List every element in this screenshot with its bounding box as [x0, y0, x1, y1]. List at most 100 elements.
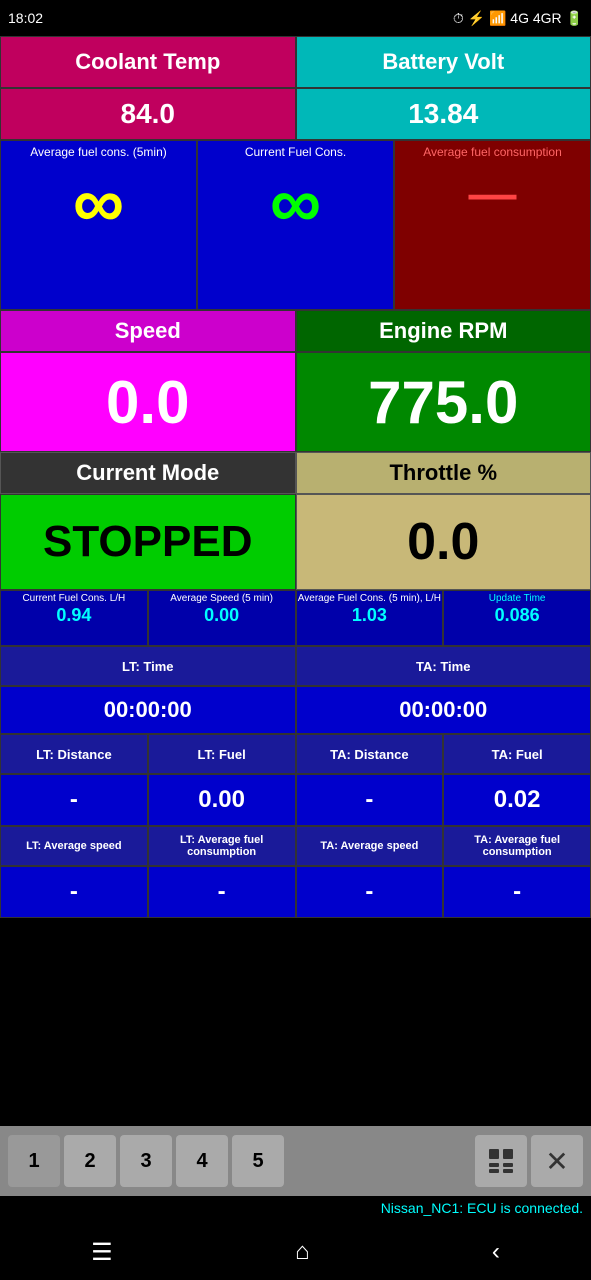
mode-throttle-values-row: STOPPED 0.0: [0, 494, 591, 590]
current-fuel-cons-cell: Current Fuel Cons. ∞: [197, 140, 394, 310]
status-icons: ⏱ ⚡ 📶 4G 4GR 🔋: [453, 10, 583, 27]
ta-avg-speed-value-cell: -: [296, 866, 444, 918]
time-headers-row: LT: Time TA: Time: [0, 646, 591, 686]
coolant-temp-header: Coolant Temp: [0, 36, 296, 88]
ta-fuel-label: TA: Fuel: [492, 747, 543, 762]
ta-avg-fuel-label: TA: Average fuel consumption: [446, 834, 588, 858]
current-fuel-cons-label: Current Fuel Cons.: [245, 145, 346, 159]
sensor-headers-row: Coolant Temp Battery Volt: [0, 36, 591, 88]
back-icon[interactable]: ‹: [492, 1238, 500, 1266]
avg-fuel-cons-5min-label: Average Fuel Cons. (5 min), L/H: [298, 593, 441, 605]
battery-volt-header: Battery Volt: [296, 36, 591, 88]
lt-avg-fuel-label: LT: Average fuel consumption: [151, 834, 293, 858]
lt-time-value: 00:00:00: [104, 697, 192, 723]
layout-icon-button[interactable]: [475, 1135, 527, 1187]
home-icon[interactable]: ⌂: [295, 1238, 310, 1266]
lt-avg-speed-value: -: [70, 878, 78, 906]
coolant-temp-value: 84.0: [121, 98, 176, 130]
avg-speed-labels-row: LT: Average speed LT: Average fuel consu…: [0, 826, 591, 866]
lt-avg-fuel-header: LT: Average fuel consumption: [148, 826, 296, 866]
tab-1-button[interactable]: 1: [8, 1135, 60, 1187]
status-message-text: Nissan_NC1: ECU is connected.: [381, 1200, 583, 1216]
avg-speed-5min-cell: Average Speed (5 min) 0.00: [148, 590, 296, 646]
ta-time-header: TA: Time: [296, 646, 591, 686]
ta-avg-fuel-value: -: [513, 878, 521, 906]
coolant-temp-value-cell: 84.0: [0, 88, 296, 140]
lt-avg-fuel-value-cell: -: [148, 866, 296, 918]
current-mode-value: STOPPED: [43, 517, 252, 567]
android-nav-bar: ☰ ⌂ ‹: [0, 1224, 591, 1280]
lt-avg-speed-header: LT: Average speed: [0, 826, 148, 866]
ta-time-value: 00:00:00: [399, 697, 487, 723]
avg-fuel-right-cell: Average fuel consumption —: [394, 140, 591, 310]
speed-value-cell: 0.0: [0, 352, 296, 452]
avg-speed-values-row: - - - -: [0, 866, 591, 918]
ta-avg-speed-label: TA: Average speed: [320, 840, 418, 852]
lt-avg-speed-label: LT: Average speed: [26, 840, 122, 852]
close-button[interactable]: ✕: [531, 1135, 583, 1187]
avg-speed-5min-value: 0.00: [204, 605, 239, 626]
current-fuel-cons-lh-cell: Current Fuel Cons. L/H 0.94: [0, 590, 148, 646]
avg-fuel-right-label: Average fuel consumption: [423, 145, 562, 159]
current-fuel-cons-symbol: ∞: [270, 167, 321, 239]
ta-distance-value-cell: -: [296, 774, 444, 826]
dist-fuel-values-row: - 0.00 - 0.02: [0, 774, 591, 826]
avg-fuel-right-symbol: —: [469, 167, 517, 222]
throttle-label: Throttle %: [389, 460, 497, 486]
dist-fuel-headers-row: LT: Distance LT: Fuel TA: Distance TA: F…: [0, 734, 591, 774]
ta-fuel-value-cell: 0.02: [443, 774, 591, 826]
lt-distance-header: LT: Distance: [0, 734, 148, 774]
battery-volt-label: Battery Volt: [382, 49, 504, 75]
rpm-header: Engine RPM: [296, 310, 591, 352]
avg-speed-5min-label: Average Speed (5 min): [170, 593, 273, 605]
avg-fuel-cons-label: Average fuel cons. (5min): [30, 145, 167, 159]
tab-2-button[interactable]: 2: [64, 1135, 116, 1187]
throttle-value-cell: 0.0: [296, 494, 591, 590]
tab-4-button[interactable]: 4: [176, 1135, 228, 1187]
rpm-value-cell: 775.0: [296, 352, 591, 452]
lt-time-header: LT: Time: [0, 646, 296, 686]
menu-icon[interactable]: ☰: [91, 1238, 113, 1267]
ta-time-label: TA: Time: [416, 659, 470, 674]
update-time-cell: Update Time 0.086: [443, 590, 591, 646]
throttle-value: 0.0: [407, 512, 479, 572]
ta-avg-speed-header: TA: Average speed: [296, 826, 444, 866]
lt-fuel-label: LT: Fuel: [198, 747, 246, 762]
update-time-value: 0.086: [495, 605, 540, 626]
status-bar: 18:02 ⏱ ⚡ 📶 4G 4GR 🔋: [0, 0, 591, 36]
speed-rpm-values-row: 0.0 775.0: [0, 352, 591, 452]
tab-3-button[interactable]: 3: [120, 1135, 172, 1187]
ta-avg-fuel-value-cell: -: [443, 866, 591, 918]
battery-volt-value: 13.84: [408, 98, 478, 130]
lt-avg-fuel-value: -: [218, 878, 226, 906]
ta-time-value-cell: 00:00:00: [296, 686, 591, 734]
lt-fuel-value: 0.00: [198, 786, 245, 814]
layout-icon: [487, 1147, 515, 1175]
main-content: Coolant Temp Battery Volt 84.0 13.84 Ave…: [0, 36, 591, 1126]
sensor-values-row: 84.0 13.84: [0, 88, 591, 140]
lt-fuel-header: LT: Fuel: [148, 734, 296, 774]
current-fuel-cons-lh-value: 0.94: [56, 605, 91, 626]
current-mode-header: Current Mode: [0, 452, 296, 494]
ta-fuel-header: TA: Fuel: [443, 734, 591, 774]
tab-5-button[interactable]: 5: [232, 1135, 284, 1187]
fuel-cons-row: Average fuel cons. (5min) ∞ Current Fuel…: [0, 140, 591, 310]
lt-time-value-cell: 00:00:00: [0, 686, 296, 734]
ta-fuel-value: 0.02: [494, 786, 541, 814]
coolant-temp-label: Coolant Temp: [75, 49, 220, 75]
mode-throttle-headers-row: Current Mode Throttle %: [0, 452, 591, 494]
current-mode-label: Current Mode: [76, 460, 219, 486]
avg-fuel-cons-5min-value: 1.03: [352, 605, 387, 626]
battery-volt-value-cell: 13.84: [296, 88, 591, 140]
throttle-header: Throttle %: [296, 452, 591, 494]
lt-distance-value-cell: -: [0, 774, 148, 826]
status-message: Nissan_NC1: ECU is connected.: [0, 1196, 591, 1224]
avg-fuel-cons-cell: Average fuel cons. (5min) ∞: [0, 140, 197, 310]
current-fuel-cons-lh-label: Current Fuel Cons. L/H: [22, 593, 125, 605]
avg-fuel-cons-5min-cell: Average Fuel Cons. (5 min), L/H 1.03: [296, 590, 444, 646]
fuel-stats-row: Current Fuel Cons. L/H 0.94 Average Spee…: [0, 590, 591, 646]
lt-fuel-value-cell: 0.00: [148, 774, 296, 826]
speed-rpm-headers-row: Speed Engine RPM: [0, 310, 591, 352]
ta-avg-speed-value: -: [365, 878, 373, 906]
time-values-row: 00:00:00 00:00:00: [0, 686, 591, 734]
